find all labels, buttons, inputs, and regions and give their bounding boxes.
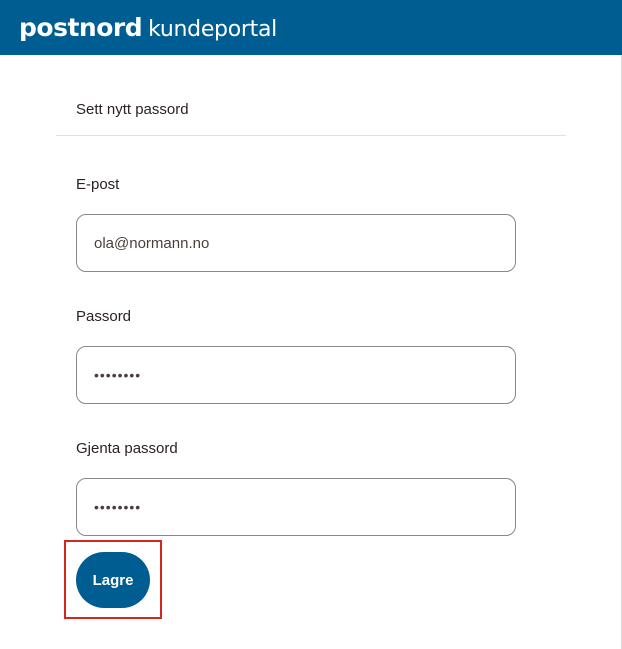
email-label: E-post	[76, 176, 120, 193]
save-button[interactable]: Lagre	[76, 552, 150, 608]
brand-logo[interactable]: postnord kundeportal	[19, 13, 277, 42]
divider	[56, 135, 566, 136]
brand-subtitle: kundeportal	[148, 17, 277, 42]
repeat-password-label: Gjenta passord	[76, 440, 178, 457]
header-bar: postnord kundeportal	[0, 0, 622, 55]
repeat-password-field[interactable]	[76, 478, 516, 536]
password-field[interactable]	[76, 346, 516, 404]
form-title: Sett nytt passord	[76, 101, 189, 118]
brand-name: postnord	[19, 13, 143, 42]
page: postnord kundeportal Sett nytt passord E…	[0, 0, 622, 649]
email-field[interactable]	[76, 214, 516, 272]
password-label: Passord	[76, 308, 132, 325]
